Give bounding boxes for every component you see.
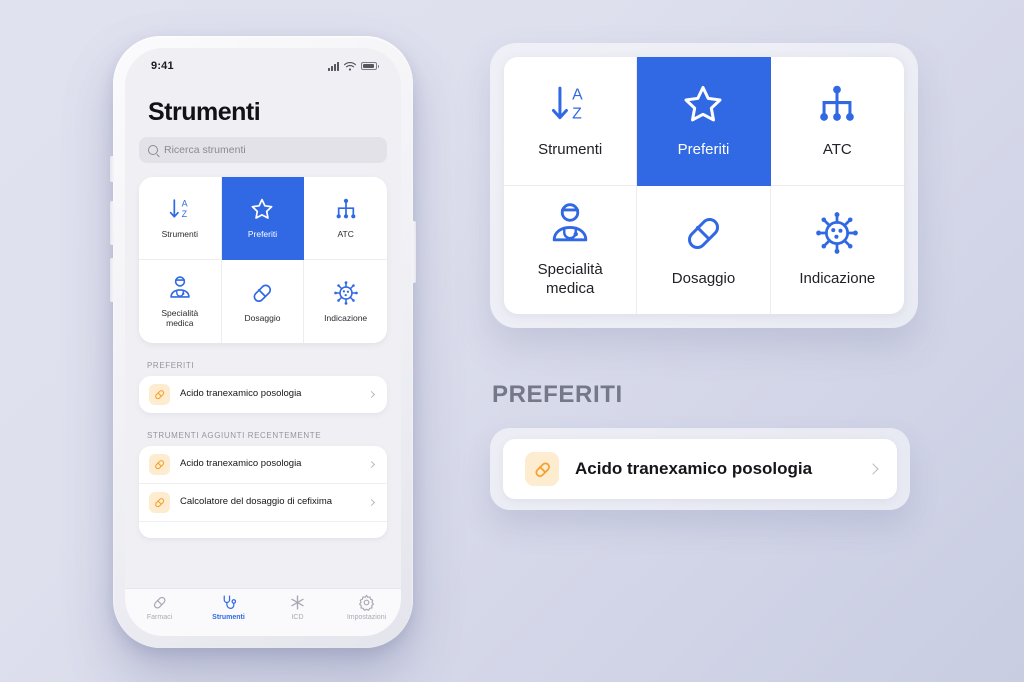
pill-capsule-icon [680,210,726,256]
tab-icd[interactable]: ICD [263,594,332,621]
grid-cell-specialita-medica[interactable]: Specialità medica [139,260,222,343]
phone-volume-up-button[interactable] [110,201,114,245]
section-heading-recenti: STRUMENTI AGGIUNTI RECENTEMENTE [147,431,322,440]
pill-capsule-icon [149,454,170,475]
phone-power-button[interactable] [412,221,416,283]
pill-capsule-icon [249,280,275,306]
chevron-right-icon [367,390,376,399]
grid-cell-label: Strumenti [161,229,199,240]
tab-label: Farmaci [146,614,173,621]
search-placeholder: Ricerca strumenti [164,144,246,156]
section-heading-preferiti: PREFERITI [147,361,195,370]
list-item[interactable] [139,522,387,538]
cellular-signal-icon [328,61,339,71]
list-item-label: Acido tranexamico posologia [180,388,302,400]
pill-capsule-icon [149,384,170,405]
phone-content-scroll[interactable]: Strumenti Ricerca strumenti A Z Strument… [125,78,401,588]
status-time: 9:41 [151,60,174,72]
sort-alpha-down-icon: A Z [167,196,193,222]
stethoscope-icon [220,594,237,611]
detail-favorite-item[interactable]: Acido tranexamico posologia [503,439,897,499]
grid-cell-indicazione[interactable]: Indicazione [304,260,387,343]
sort-alpha-down-icon: A Z [547,81,593,127]
detail-tools-grid: A Z Strumenti Preferiti ATC Specialità m… [504,57,904,314]
chevron-right-icon [367,460,376,469]
bottom-tab-bar: Farmaci Strumenti ICD Impostazioni [125,588,401,636]
detail-favorites-heading: PREFERITI [492,381,623,408]
grid-cell-dosaggio[interactable]: Dosaggio [221,260,305,343]
search-input[interactable]: Ricerca strumenti [139,137,387,163]
phone-mockup: 9:41 Strumenti Ricerca strumenti A Z Str… [110,36,416,648]
detail-tools-panel: A Z Strumenti Preferiti ATC Specialità m… [490,43,918,328]
detail-favorite-label: Acido tranexamico posologia [575,459,813,478]
tab-impostazioni[interactable]: Impostazioni [332,594,401,621]
detail-cell-label: Preferiti [677,141,730,159]
tab-label: ICD [291,614,304,621]
virus-icon [333,280,359,306]
tab-farmaci[interactable]: Farmaci [125,594,194,621]
list-item-label: Acido tranexamico posologia [180,458,302,470]
detail-cell-specialita-medica[interactable]: Specialità medica [504,185,638,314]
search-icon [148,145,158,155]
detail-cell-atc[interactable]: ATC [770,57,904,186]
svg-text:A: A [572,87,583,104]
detail-cell-label: Dosaggio [671,270,736,288]
virus-icon [814,210,860,256]
detail-cell-strumenti[interactable]: A Z Strumenti [504,57,638,186]
status-icons [328,61,379,71]
gear-icon [358,594,375,611]
grid-cell-label: Preferiti [247,229,278,240]
detail-cell-indicazione[interactable]: Indicazione [770,185,904,314]
star-icon [680,81,726,127]
detail-cell-dosaggio[interactable]: Dosaggio [637,185,771,314]
svg-text:Z: Z [572,106,582,123]
recent-tools-list: Acido tranexamico posologia Calcolatore … [139,446,387,538]
grid-cell-preferiti[interactable]: Preferiti [221,177,305,260]
detail-cell-preferiti[interactable]: Preferiti [637,57,771,186]
svg-text:Z: Z [181,209,187,219]
list-item[interactable]: Acido tranexamico posologia [139,446,387,484]
tab-label: Impostazioni [346,614,387,621]
doctor-icon [167,275,193,301]
chevron-right-icon [867,463,879,475]
tab-label: Strumenti [212,614,245,621]
detail-cell-label: Indicazione [799,270,876,288]
pill-capsule-icon [525,452,559,486]
svg-text:A: A [181,199,187,209]
favorites-list: Acido tranexamico posologia [139,376,387,413]
grid-cell-strumenti[interactable]: A Z Strumenti [139,177,222,260]
detail-favorites-panel: Acido tranexamico posologia [490,428,910,510]
asterisk-icon [289,594,306,611]
pill-capsule-icon [151,594,168,611]
detail-cell-label: Strumenti [538,141,603,159]
detail-cell-label: ATC [822,141,852,159]
hierarchy-tree-icon [333,196,359,222]
star-icon [249,196,275,222]
grid-cell-label: Dosaggio [244,312,281,323]
list-item[interactable]: Acido tranexamico posologia [139,376,387,413]
wifi-icon [344,61,356,71]
phone-volume-down-button[interactable] [110,258,114,302]
page-title: Strumenti [148,98,261,126]
doctor-icon [547,201,593,247]
grid-cell-label: ATC [337,229,354,240]
phone-mute-switch[interactable] [110,156,114,182]
phone-body: 9:41 Strumenti Ricerca strumenti A Z Str… [110,36,416,648]
phone-screen: 9:41 Strumenti Ricerca strumenti A Z Str… [125,48,401,636]
pill-capsule-icon [149,492,170,513]
battery-icon [361,62,379,70]
chevron-right-icon [367,498,376,507]
status-bar: 9:41 [125,48,401,78]
detail-cell-label: Specialità medica [537,261,603,297]
tools-grid: A Z Strumenti Preferiti ATC Specialità m… [139,177,387,343]
grid-cell-atc[interactable]: ATC [304,177,387,260]
list-item-label: Calcolatore del dosaggio di cefixima [180,496,333,508]
grid-cell-label: Indicazione [324,312,368,323]
list-item[interactable]: Calcolatore del dosaggio di cefixima [139,484,387,522]
grid-cell-label: Specialità medica [161,307,199,328]
hierarchy-tree-icon [814,81,860,127]
tab-strumenti[interactable]: Strumenti [194,594,263,621]
